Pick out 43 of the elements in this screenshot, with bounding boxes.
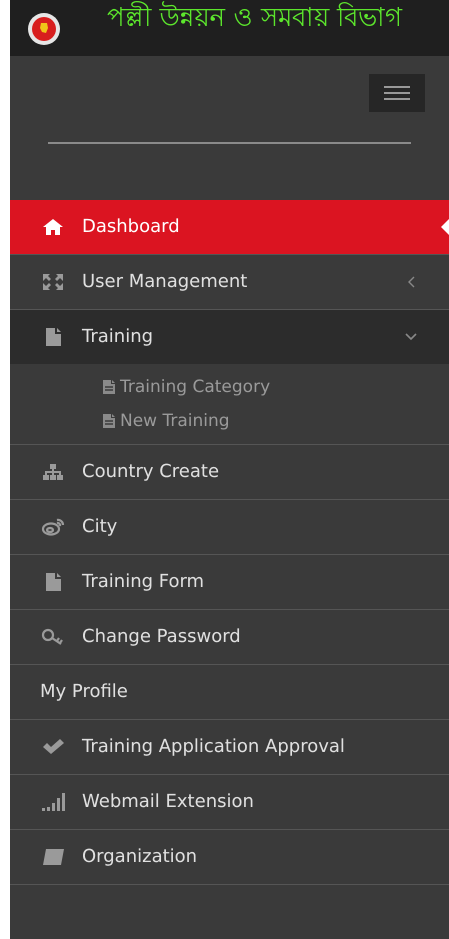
menu-item[interactable]: Country Create (10, 445, 449, 499)
submenu-label: Training Category (120, 376, 270, 398)
menu-label: Country Create (82, 460, 220, 484)
book-icon (41, 848, 65, 866)
menu-label: User Management (82, 270, 248, 294)
menu-label: My Profile (40, 680, 129, 704)
menu-item[interactable]: Training (10, 310, 449, 364)
menu-item[interactable]: Webmail Extension (10, 775, 449, 829)
menu-item[interactable]: Training Form (10, 555, 449, 609)
emblem-logo (27, 12, 61, 46)
menu-label: Training (82, 325, 154, 349)
menu-label: Training Form (82, 570, 206, 594)
menu-item[interactable]: Training Application Approval (10, 720, 449, 774)
menu-label: Training Application Approval (82, 735, 346, 759)
file-icon (102, 413, 116, 429)
submenu-label: New Training (120, 410, 230, 432)
weibo-icon (41, 518, 65, 536)
menu-item[interactable]: User Management (10, 255, 449, 309)
menu-label: Organization (82, 845, 198, 869)
sitemap-icon (42, 463, 64, 481)
home-icon (42, 218, 64, 236)
key-icon (41, 628, 65, 646)
menu-label: Dashboard (82, 215, 181, 239)
submenu-item[interactable]: Training Category (102, 376, 449, 398)
menu-item[interactable]: Organization (10, 830, 449, 884)
menu-item[interactable]: My Profile (10, 665, 449, 719)
chevron-left-icon (408, 276, 415, 288)
file-icon (44, 572, 62, 592)
check-icon (41, 738, 65, 756)
menu-item[interactable]: City (10, 500, 449, 554)
chevron-down-icon (405, 333, 417, 341)
expand-arrows-icon (42, 273, 64, 291)
active-pointer-icon (441, 219, 449, 235)
menu-toggle-button[interactable] (369, 74, 425, 112)
file-icon (44, 327, 62, 347)
file-icon (102, 379, 116, 395)
menu-item[interactable]: Dashboard (10, 200, 449, 254)
signal-bars-icon (41, 793, 65, 811)
menu-label: City (82, 515, 118, 539)
menu-item[interactable]: Change Password (10, 610, 449, 664)
menu-label: Change Password (82, 625, 242, 649)
menu-label: Webmail Extension (82, 790, 255, 814)
submenu-item[interactable]: New Training (102, 410, 449, 432)
